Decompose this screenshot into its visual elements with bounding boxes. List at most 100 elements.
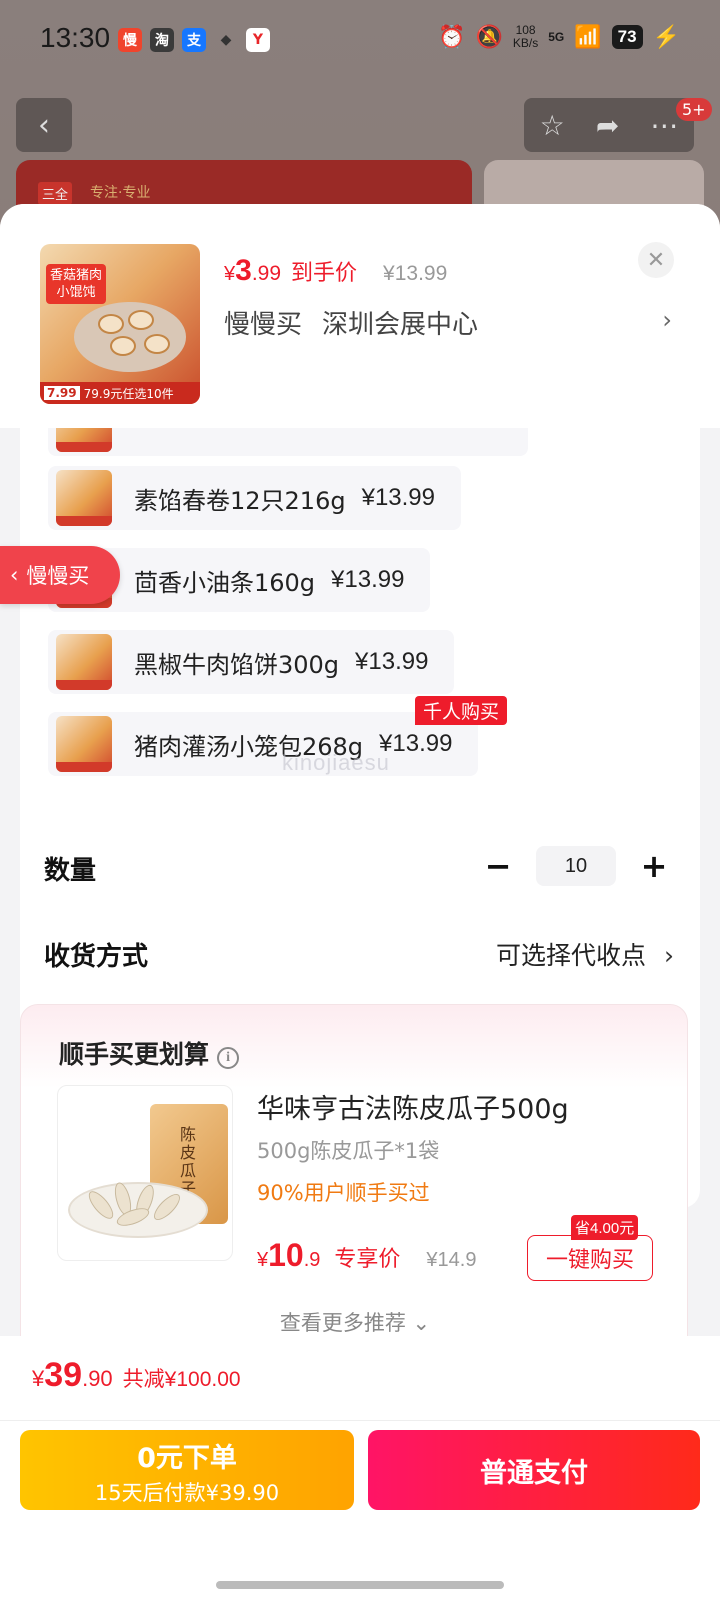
original-price: ¥14.9	[426, 1249, 477, 1271]
option-price: ¥13.99	[355, 648, 429, 675]
home-indicator[interactable]	[216, 1581, 504, 1589]
pay-later-button[interactable]: 0元下单 15天后付款¥39.90	[20, 1430, 354, 1510]
dumpling-shape	[110, 336, 136, 356]
back-to-app-button[interactable]: ‹ 慢慢买	[0, 546, 120, 604]
quantity-label: 数量	[44, 856, 97, 886]
original-price: ¥13.99	[383, 262, 448, 285]
taobao-app-icon: 淘	[150, 28, 174, 52]
dumpling-shape	[144, 334, 170, 354]
info-icon[interactable]: i	[217, 1047, 240, 1069]
package-label: 陈皮瓜子	[180, 1125, 197, 1198]
one-click-buy-button[interactable]: 一键购买	[527, 1235, 653, 1281]
option-label: 茴香小油条160g	[134, 568, 316, 597]
option-item[interactable]: 猪肉灌汤小笼包268g ¥13.99 千人购买	[48, 696, 508, 776]
header-price: ¥ 3 .99 到手价 ¥13.99	[224, 254, 447, 288]
notification-badge: 5+	[676, 98, 712, 121]
dumpling-shape	[128, 310, 154, 330]
total-integer: 39	[44, 1356, 83, 1394]
net-speed-unit: KB/s	[512, 36, 539, 50]
mute-bell-icon: 🔕	[475, 24, 503, 49]
more-recommendations-link[interactable]: 查看更多推荐 ⌄	[21, 1307, 689, 1337]
status-system-icons: ⏰ 🔕 108 KB/s 5G 📶 73 ⚡	[438, 24, 680, 50]
quantity-row: 数量 − 10 +	[44, 842, 674, 892]
upsell-card: 顺手买更划算 i 陈皮瓜子 华味亨古法陈皮瓜子500g 500g陈皮瓜子*1袋 9…	[20, 1004, 688, 1384]
alipay-app-icon: 支	[182, 28, 206, 52]
page-actions: ☆ ➦ ⋯	[524, 98, 694, 152]
status-time: 13:30	[40, 22, 111, 53]
dumpling-shape	[98, 314, 124, 334]
charging-icon: ⚡	[652, 24, 680, 49]
store-location: 深圳会展中心	[322, 310, 479, 340]
savings-badge: 省4.00元	[571, 1215, 639, 1240]
brand-logo: 三全	[38, 182, 73, 205]
price-integer: 3	[235, 254, 252, 287]
status-bar: 13:30 慢 淘 支 ◆ Y ⏰ 🔕 108 KB/s 5G 📶 73 ⚡	[0, 0, 720, 80]
upsell-product-spec: 500g陈皮瓜子*1袋	[257, 1139, 440, 1163]
hot-sale-badge: 千人购买	[415, 696, 508, 725]
close-icon[interactable]: ✕	[638, 242, 674, 278]
battery-level: 73	[611, 25, 643, 49]
status-app-icons: 慢 淘 支 ◆ Y	[118, 28, 270, 52]
alarm-icon: ⏰	[438, 24, 466, 49]
upsell-product-name[interactable]: 华味亨古法陈皮瓜子500g	[257, 1087, 569, 1126]
net-speed: 108 KB/s	[513, 24, 538, 50]
back-icon[interactable]: ‹	[16, 98, 72, 152]
more-recommendations-label: 查看更多推荐	[279, 1311, 406, 1335]
currency-symbol: ¥	[257, 1249, 269, 1271]
option-image	[56, 470, 112, 526]
back-to-app-label: 慢慢买	[26, 564, 90, 588]
final-price-label: 到手价	[291, 261, 358, 286]
y-app-icon: Y	[246, 28, 270, 52]
delivery-value-text: 可选择代收点	[495, 941, 646, 970]
upsell-buyer-stat: 90%用户顺手买过	[257, 1181, 430, 1205]
chevron-right-icon: ›	[662, 306, 672, 334]
chevron-down-icon: ⌄	[412, 1311, 431, 1335]
option-price: ¥13.99	[331, 566, 405, 593]
option-item[interactable]: 黑椒牛肉馅饼300g ¥13.99	[48, 630, 455, 694]
delivery-label: 收货方式	[44, 942, 149, 972]
store-brand: 慢慢买	[224, 310, 303, 340]
thumbnail-promo-text: 79.9元任选10件	[83, 386, 174, 401]
pay-later-title: 0元下单	[137, 1443, 237, 1474]
delivery-value: 可选择代收点 ›	[496, 936, 674, 972]
watermark: kinojiaesu	[282, 750, 390, 775]
option-image	[56, 716, 112, 772]
signal-bars-icon: 📶	[574, 24, 602, 49]
share-icon[interactable]: ➦	[596, 109, 619, 142]
option-image	[56, 634, 112, 690]
discount-text: 共减¥100.00	[122, 1368, 241, 1391]
option-label: 素馅春卷12只216g	[134, 486, 346, 515]
option-item[interactable]: 素馅春卷12只216g ¥13.99	[48, 466, 461, 530]
option-price: ¥13.99	[361, 484, 435, 511]
thumbnail-title: 香菇猪肉小馄饨	[46, 264, 106, 304]
upsell-title-text: 顺手买更划算	[59, 1040, 210, 1069]
bird-app-icon: ◆	[220, 32, 232, 48]
option-label: 黑椒牛肉馅饼300g	[134, 650, 340, 679]
manmanmai-app-icon: 慢	[118, 28, 142, 52]
chevron-left-icon: ‹	[10, 563, 19, 587]
delivery-method-row[interactable]: 收货方式 可选择代收点 ›	[44, 928, 674, 978]
exclusive-price-label: 专享价	[334, 1247, 401, 1272]
more-icon[interactable]: ⋯	[650, 109, 678, 142]
upsell-product-image: 陈皮瓜子	[57, 1085, 233, 1261]
quantity-input[interactable]: 10	[536, 846, 616, 886]
normal-pay-button[interactable]: 普通支付	[368, 1430, 700, 1510]
thumbnail-promo: 7.99 79.9元任选10件	[40, 382, 200, 404]
thumbnail-promo-price: 7.99	[44, 386, 80, 400]
chevron-right-icon: ›	[664, 941, 674, 970]
net-speed-value: 108	[515, 23, 536, 37]
divider	[0, 1420, 720, 1421]
increase-button[interactable]: +	[634, 846, 674, 886]
sku-sheet: 素馅春卷12只216g ¥13.99 茴香小油条160g ¥13.99 黑椒牛肉…	[0, 204, 720, 1600]
price-decimal: .99	[251, 262, 282, 285]
product-thumbnail: 香菇猪肉小馄饨 7.99 79.9元任选10件	[40, 244, 200, 404]
store-selector[interactable]: 慢慢买 深圳会展中心 ›	[224, 304, 684, 341]
price-integer: 10	[268, 1237, 304, 1273]
price-decimal: .9	[303, 1249, 321, 1271]
signal-5g-icon: 5G	[548, 30, 565, 44]
brand-slogan: 专注·专业	[90, 185, 151, 201]
total-price: ¥ 39 .90 共减¥100.00	[32, 1356, 241, 1395]
decrease-button[interactable]: −	[478, 846, 518, 886]
pay-later-subtitle: 15天后付款¥39.90	[94, 1481, 280, 1505]
favorite-star-icon[interactable]: ☆	[540, 109, 565, 142]
